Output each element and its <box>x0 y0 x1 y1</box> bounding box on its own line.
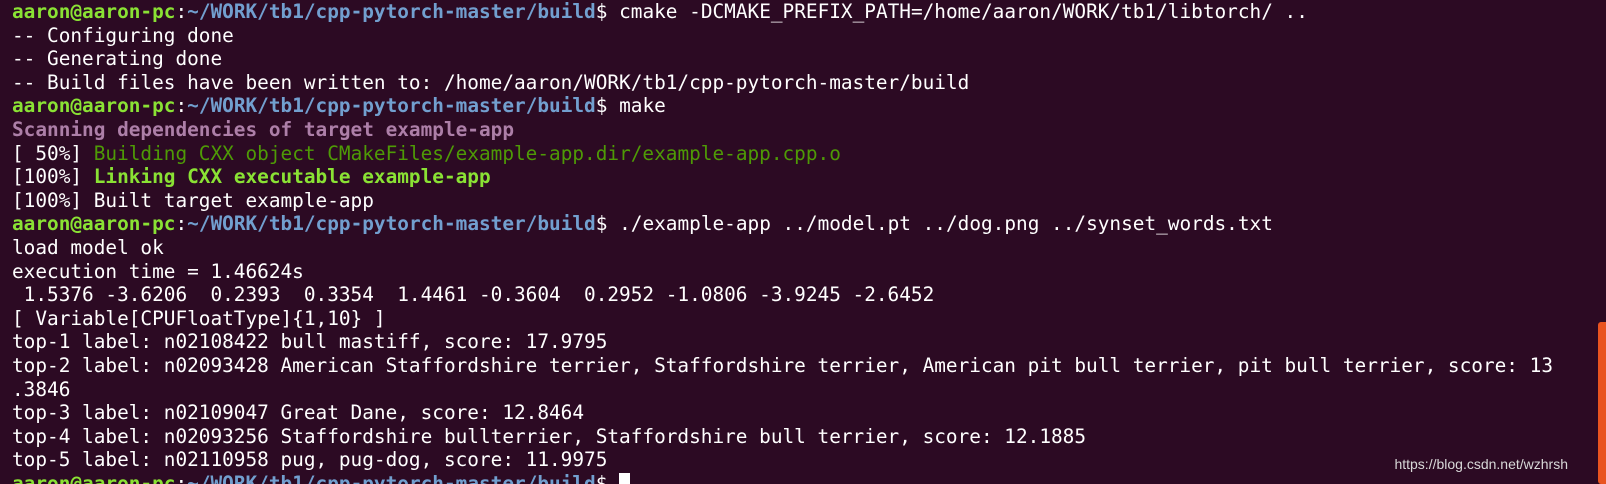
prompt-path: ~/WORK/tb1/cpp-pytorch-master/build <box>187 212 596 236</box>
prompt-user-host: aaron@aaron-pc <box>12 94 176 118</box>
output-linking: Linking CXX executable example-app <box>93 165 491 189</box>
prompt-user-host: aaron@aaron-pc <box>12 471 176 484</box>
prompt-dollar: $ <box>595 0 620 23</box>
prompt-colon: : <box>175 212 188 236</box>
output-top3: top-3 label: n02109047 Great Dane, score… <box>12 401 585 425</box>
output-building: Building CXX object CMakeFiles/example-a… <box>93 141 841 165</box>
prompt-line-cmake: aaron@aaron-pc:~/WORK/tb1/cpp-pytorch-ma… <box>12 0 1582 24</box>
progress-100: [100%] <box>12 165 94 189</box>
prompt-colon: : <box>175 94 188 118</box>
output-top5: top-5 label: n02110958 pug, pug-dog, sco… <box>12 448 608 472</box>
prompt-dollar: $ <box>595 471 620 484</box>
output-top2: top-2 label: n02093428 American Stafford… <box>12 353 1553 377</box>
output-linking-line: [100%] Linking CXX executable example-ap… <box>12 165 1582 189</box>
output-building-line: [ 50%] Building CXX object CMakeFiles/ex… <box>12 142 1582 166</box>
output-load-model: load model ok <box>12 235 164 259</box>
text-cursor[interactable] <box>619 472 631 484</box>
prompt-path: ~/WORK/tb1/cpp-pytorch-master/build <box>187 0 596 23</box>
scrollbar-thumb[interactable] <box>1598 322 1606 484</box>
prompt-path: ~/WORK/tb1/cpp-pytorch-master/build <box>187 471 596 484</box>
output-top4: top-4 label: n02093256 Staffordshire bul… <box>12 424 1087 448</box>
output-generating: -- Generating done <box>12 47 223 71</box>
output-top1: top-1 label: n02108422 bull mastiff, sco… <box>12 330 608 354</box>
prompt-colon: : <box>175 0 188 23</box>
output-tensor-values: 1.5376 -3.6206 0.2393 0.3354 1.4461 -0.3… <box>12 283 935 307</box>
prompt-dollar: $ <box>595 212 620 236</box>
prompt-colon: : <box>175 471 188 484</box>
terminal-output: aaron@aaron-pc:~/WORK/tb1/cpp-pytorch-ma… <box>12 0 1582 484</box>
output-top2-wrap: .3846 <box>12 377 71 401</box>
progress-50: [ 50%] <box>12 141 94 165</box>
command-make: make <box>619 94 666 118</box>
output-built: [100%] Built target example-app <box>12 188 374 212</box>
prompt-line-current: aaron@aaron-pc:~/WORK/tb1/cpp-pytorch-ma… <box>12 472 1582 484</box>
output-configuring: -- Configuring done <box>12 23 234 47</box>
watermark: https://blog.csdn.net/wzhrsh <box>1394 456 1568 472</box>
output-exec-time: execution time = 1.46624s <box>12 259 304 283</box>
prompt-user-host: aaron@aaron-pc <box>12 0 176 23</box>
output-variable: [ Variable[CPUFloatType]{1,10} ] <box>12 306 386 330</box>
prompt-path: ~/WORK/tb1/cpp-pytorch-master/build <box>187 94 596 118</box>
prompt-line-make: aaron@aaron-pc:~/WORK/tb1/cpp-pytorch-ma… <box>12 94 1582 118</box>
prompt-dollar: $ <box>595 94 620 118</box>
output-build-files: -- Build files have been written to: /ho… <box>12 70 970 94</box>
command-run: ./example-app ../model.pt ../dog.png ../… <box>619 212 1273 236</box>
output-scanning: Scanning dependencies of target example-… <box>12 117 514 141</box>
prompt-user-host: aaron@aaron-pc <box>12 212 176 236</box>
command-cmake: cmake -DCMAKE_PREFIX_PATH=/home/aaron/WO… <box>619 0 1308 23</box>
terminal-window[interactable]: aaron@aaron-pc:~/WORK/tb1/cpp-pytorch-ma… <box>0 0 1606 484</box>
prompt-line-run: aaron@aaron-pc:~/WORK/tb1/cpp-pytorch-ma… <box>12 212 1582 236</box>
